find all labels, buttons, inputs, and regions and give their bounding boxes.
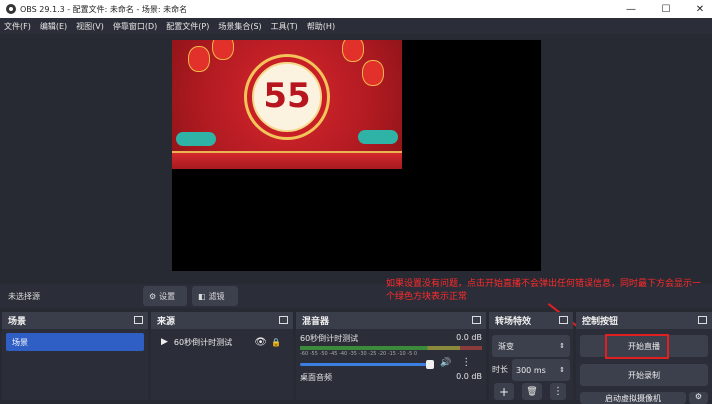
- window-title: OBS 29.1.3 - 配置文件: 未命名 - 场景: 未命名: [20, 4, 188, 14]
- menu-bar: 文件(F) 编辑(E) 视图(V) 停靠窗口(D) 配置文件(P) 场景集合(S…: [0, 18, 712, 34]
- duration-value: 300 ms: [516, 365, 546, 375]
- play-icon: ▶: [161, 337, 168, 347]
- close-button[interactable]: ✕: [688, 0, 712, 18]
- duration-spinbox[interactable]: 300 ms ⇕: [512, 359, 570, 381]
- chevron-updown-icon: ⇕: [559, 366, 565, 374]
- obs-logo-icon: [6, 4, 16, 14]
- mixer-header: 混音器: [296, 312, 486, 329]
- trash-icon[interactable]: 🗑: [522, 383, 542, 400]
- menu-scene-collection[interactable]: 场景集合(S): [218, 21, 261, 32]
- lantern-left-2: [212, 40, 234, 60]
- start-record-button[interactable]: 开始录制: [580, 364, 708, 386]
- mixer-track: 60秒倒计时测试 0.0 dB -60 -55 -50 -45 -40 -35 …: [296, 329, 486, 369]
- undock-icon[interactable]: [698, 316, 707, 324]
- transition-select-value: 渐变: [498, 341, 514, 351]
- virtual-camera-button[interactable]: 启动虚拟摄像机: [580, 392, 686, 404]
- mixer-dock: 混音器 60秒倒计时测试 0.0 dB -60 -55 -50 -45 -40 …: [296, 312, 486, 400]
- mixer-track-name: 桌面音频: [300, 373, 332, 382]
- more-options-icon[interactable]: ⋮: [550, 383, 566, 400]
- start-record-label: 开始录制: [628, 370, 660, 380]
- decorative-border: [172, 151, 402, 169]
- menu-docks[interactable]: 停靠窗口(D): [113, 21, 157, 32]
- cloud-left: [176, 132, 216, 146]
- undock-icon[interactable]: [559, 316, 568, 324]
- lock-icon[interactable]: 🔒: [271, 338, 281, 347]
- cloud-right: [358, 130, 398, 144]
- undock-icon[interactable]: [472, 316, 481, 324]
- menu-profile[interactable]: 配置文件(P): [166, 21, 209, 32]
- volume-meter: [300, 346, 482, 350]
- minimize-button[interactable]: —: [619, 0, 643, 18]
- source-item[interactable]: ▶ 60秒倒计时测试 👁 🔒: [155, 333, 289, 351]
- undock-icon[interactable]: [134, 316, 143, 324]
- menu-view[interactable]: 视图(V): [76, 21, 104, 32]
- add-transition-button[interactable]: +: [494, 383, 514, 400]
- scene-item-label: 场景: [12, 337, 28, 347]
- transition-select[interactable]: 渐变 ⇕: [492, 335, 570, 357]
- countdown-number: 55: [263, 76, 311, 116]
- scenes-title: 场景: [8, 317, 27, 327]
- mixer-title: 混音器: [302, 317, 330, 327]
- chevron-updown-icon: ⇕: [559, 342, 565, 350]
- lantern-left: [188, 46, 210, 72]
- eye-icon[interactable]: 👁: [254, 337, 267, 348]
- countdown-video: 55: [172, 40, 402, 169]
- transitions-title: 转场特效: [495, 317, 532, 327]
- sources-title: 来源: [157, 317, 176, 327]
- menu-file[interactable]: 文件(F): [4, 21, 31, 32]
- mixer-track: 桌面音频 0.0 dB: [296, 368, 486, 383]
- annotation-text: 如果设置没有问题，点击开始直播不会弹出任何错误信息，同时最下方会显示一个绿色方块…: [386, 279, 702, 302]
- undock-icon[interactable]: [279, 316, 288, 324]
- menu-tools[interactable]: 工具(T): [271, 21, 298, 32]
- more-options-icon[interactable]: ⋮: [461, 357, 471, 368]
- filters-button[interactable]: ◧ 滤镜: [192, 286, 238, 306]
- sources-header: 来源: [151, 312, 293, 329]
- mixer-track-level: 0.0 dB: [456, 372, 482, 381]
- menu-help[interactable]: 帮助(H): [307, 21, 335, 32]
- controls-header: 控制按钮: [576, 312, 712, 329]
- source-item-label: 60秒倒计时测试: [173, 337, 233, 347]
- settings-label: 设置: [159, 291, 176, 301]
- scene-item[interactable]: 场景: [6, 333, 144, 351]
- no-source-label: 未选择源: [8, 291, 40, 301]
- duration-label: 时长: [492, 365, 508, 374]
- settings-button[interactable]: ⚙ 设置: [143, 286, 187, 306]
- filters-label: 滤镜: [208, 291, 225, 301]
- lantern-right: [362, 60, 384, 86]
- volume-slider-thumb[interactable]: [426, 360, 434, 369]
- maximize-button[interactable]: ☐: [654, 0, 678, 18]
- scenes-header: 场景: [2, 312, 148, 329]
- transitions-header: 转场特效: [489, 312, 573, 329]
- lantern-right-2: [342, 40, 364, 62]
- gear-icon: ⚙: [149, 291, 157, 301]
- controls-title: 控制按钮: [582, 317, 619, 327]
- gear-icon[interactable]: ⚙: [689, 392, 708, 404]
- scenes-dock: 场景 场景: [2, 312, 148, 400]
- menu-edit[interactable]: 编辑(E): [40, 21, 67, 32]
- title-bar: OBS 29.1.3 - 配置文件: 未命名 - 场景: 未命名: [0, 0, 712, 18]
- virtual-camera-label: 启动虚拟摄像机: [605, 394, 661, 403]
- speaker-icon[interactable]: 🔊: [440, 358, 451, 368]
- volume-slider[interactable]: [300, 360, 434, 369]
- annotation-highlight-box: [605, 334, 669, 359]
- sources-dock: 来源 ▶ 60秒倒计时测试 👁 🔒: [151, 312, 293, 400]
- filter-icon: ◧: [198, 291, 206, 301]
- mixer-track-name: 60秒倒计时测试: [300, 334, 359, 343]
- mixer-track-level: 0.0 dB: [456, 333, 482, 342]
